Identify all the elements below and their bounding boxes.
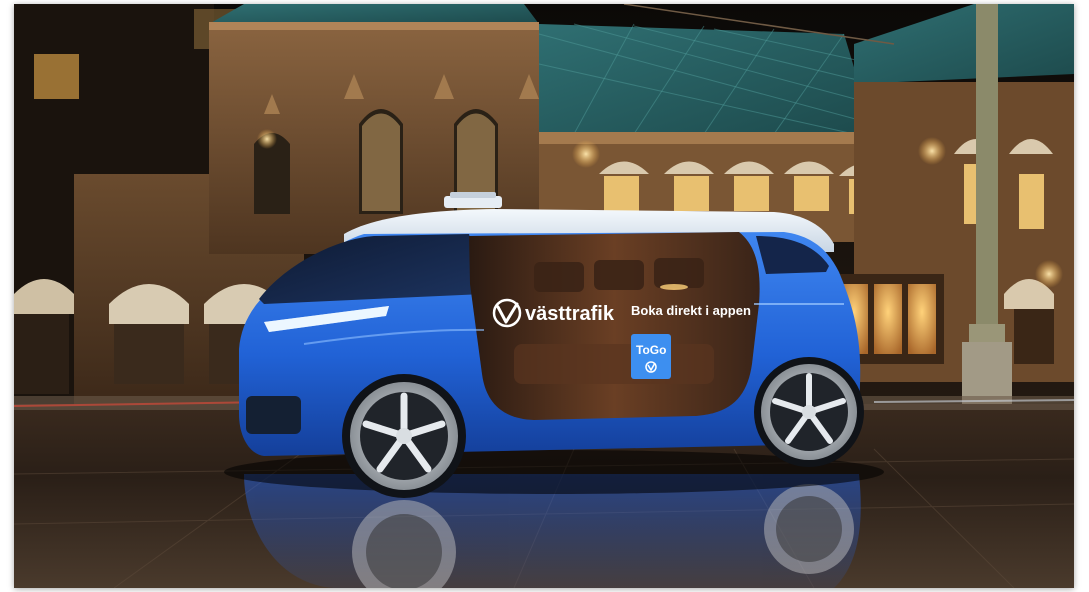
rear-wheel bbox=[754, 357, 864, 467]
front-wheel bbox=[342, 374, 466, 498]
door-slogan: Boka direkt i appen bbox=[631, 303, 751, 318]
togo-badge-label: ToGo bbox=[636, 343, 666, 357]
brand-name: västtrafik bbox=[525, 303, 615, 325]
togo-badge: ToGo bbox=[631, 334, 671, 379]
night-street-photo: västtrafik Boka direkt i appen ToGo bbox=[14, 4, 1074, 588]
photo-frame: västtrafik Boka direkt i appen ToGo bbox=[14, 4, 1074, 588]
